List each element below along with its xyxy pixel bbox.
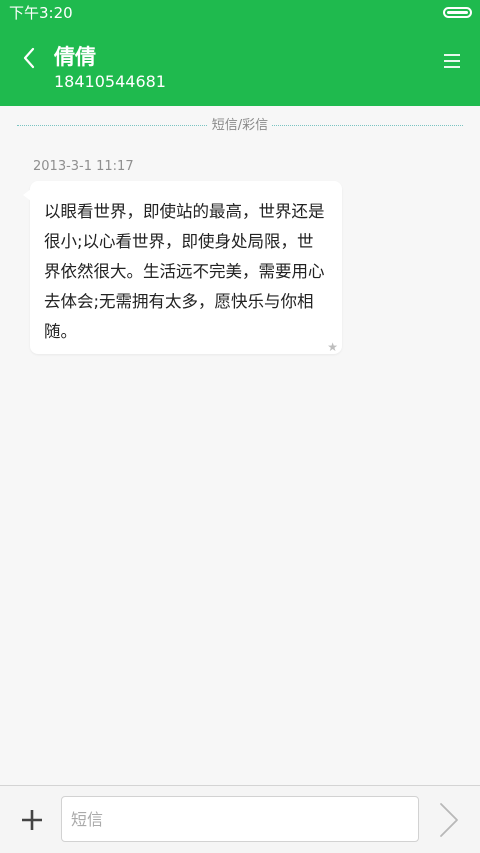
composer-bar <box>0 785 480 853</box>
battery-level <box>447 11 468 14</box>
send-chevron-icon <box>440 803 458 837</box>
message-bubble[interactable]: 以眼看世界，即使站的最高，世界还是很小;以心看世界，即使身处局限，世界依然很大。… <box>23 181 342 354</box>
plus-icon <box>22 810 42 830</box>
back-chevron-icon <box>23 47 35 69</box>
status-bar-time: 下午3:20 <box>9 4 73 22</box>
contact-number: 18410544681 <box>54 72 166 91</box>
message-type-divider: 短信/彩信 <box>17 116 463 136</box>
star-icon: ★ <box>327 340 338 354</box>
bubble-tail <box>23 189 31 201</box>
menu-button[interactable] <box>442 52 462 70</box>
message-timestamp: 2013-3-1 11:17 <box>33 159 134 174</box>
contact-name: 倩倩 <box>54 45 96 69</box>
divider-label: 短信/彩信 <box>207 116 273 136</box>
add-attachment-button[interactable] <box>20 808 44 832</box>
menu-icon <box>444 54 460 68</box>
conversation-header: 下午3:20 倩倩 18410544681 <box>0 0 480 106</box>
send-button[interactable] <box>438 802 460 838</box>
back-button[interactable] <box>16 44 44 72</box>
battery-icon <box>443 7 472 18</box>
message-input[interactable] <box>61 796 419 842</box>
message-text: 以眼看世界，即使站的最高，世界还是很小;以心看世界，即使身处局限，世界依然很大。… <box>44 202 325 341</box>
